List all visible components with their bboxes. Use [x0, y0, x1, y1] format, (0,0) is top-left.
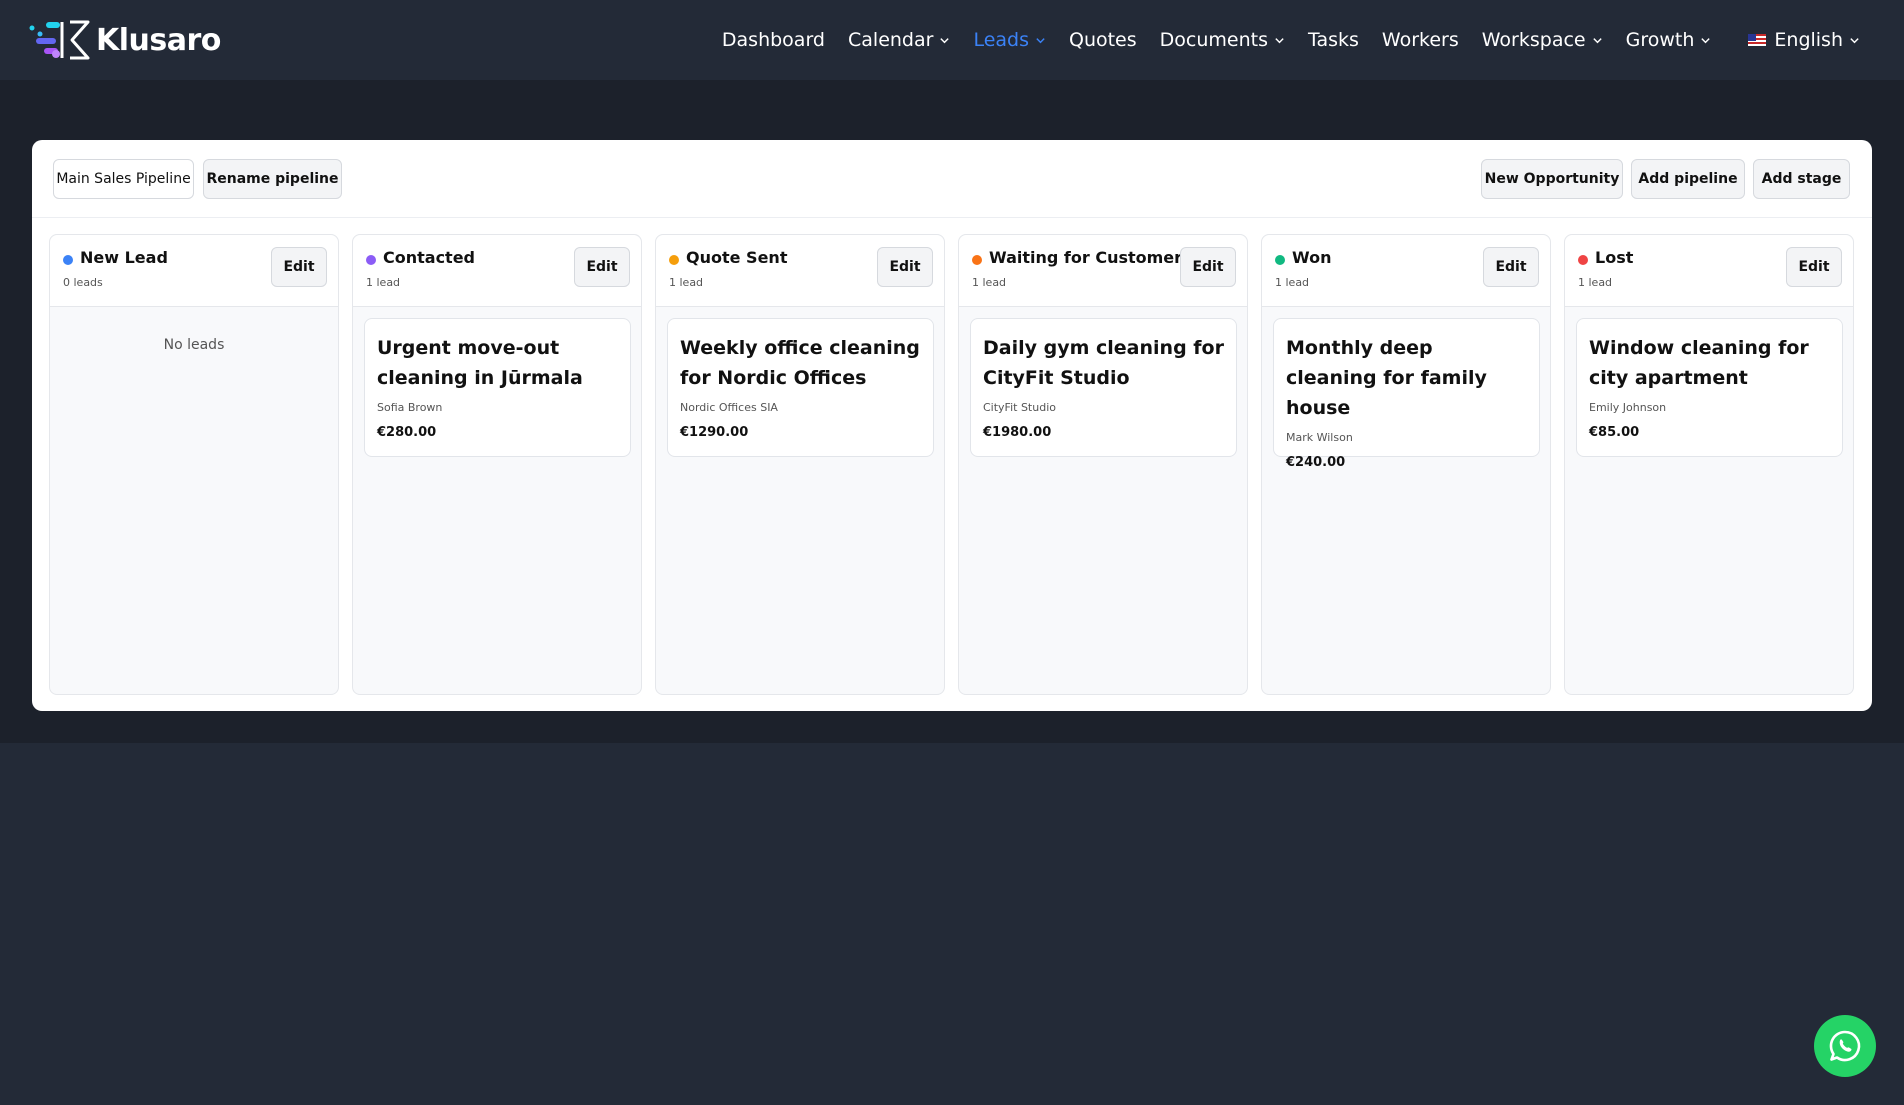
nav-workspace[interactable]: Workspace: [1482, 29, 1603, 51]
brand-logo[interactable]: Klusaro: [26, 18, 221, 62]
nav-growth-label: Growth: [1625, 29, 1695, 51]
stage-column-waiting-for-customer: Waiting for Customer 1 lead Edit Daily g…: [958, 234, 1248, 695]
pipeline-board: Main Sales Pipeline Rename pipeline New …: [32, 140, 1872, 711]
add-stage-button[interactable]: Add stage: [1753, 159, 1850, 199]
language-label: English: [1774, 29, 1843, 51]
edit-stage-button[interactable]: Edit: [1180, 247, 1236, 287]
stage-header: Won 1 lead Edit: [1262, 235, 1550, 307]
stage-lead-count: 0 leads: [63, 276, 103, 289]
chevron-down-icon: [1036, 37, 1045, 43]
chevron-down-icon: [1850, 37, 1859, 43]
chevron-down-icon: [1701, 37, 1711, 43]
language-selector[interactable]: English: [1748, 29, 1860, 51]
new-opportunity-button[interactable]: New Opportunity: [1481, 159, 1623, 199]
edit-stage-button[interactable]: Edit: [1786, 247, 1842, 287]
empty-state: No leads: [163, 337, 225, 353]
nav-documents[interactable]: Documents: [1160, 29, 1285, 51]
stage-color-dot: [1578, 255, 1588, 265]
nav-tasks-label: Tasks: [1308, 29, 1359, 51]
stage-title: Won: [1292, 248, 1332, 267]
lead-title: Weekly office cleaning for Nordic Office…: [680, 337, 920, 389]
nav-dashboard-label: Dashboard: [721, 29, 825, 51]
us-flag-icon: [1748, 34, 1767, 46]
stage-lead-count: 1 lead: [366, 276, 401, 289]
lead-card[interactable]: Monthly deep cleaning for family house M…: [1273, 318, 1540, 470]
stage-title: Waiting for Customer: [989, 248, 1183, 267]
edit-stage-button[interactable]: Edit: [877, 247, 933, 287]
nav-quotes-label: Quotes: [1068, 29, 1137, 51]
stage-title: Lost: [1595, 248, 1634, 267]
stage-lead-count: 1 lead: [972, 276, 1007, 289]
pipeline-toolbar: Main Sales Pipeline Rename pipeline New …: [32, 140, 1872, 218]
nav-leads-label: Leads: [973, 29, 1029, 51]
lead-amount: €1290.00: [680, 425, 749, 440]
stage-color-dot: [1275, 255, 1285, 265]
brand-name: Klusaro: [96, 22, 221, 58]
stage-title: Quote Sent: [686, 248, 788, 267]
main-nav: Dashboard Calendar Leads Quotes Document…: [722, 0, 1860, 80]
nav-leads[interactable]: Leads: [973, 29, 1046, 51]
stage-title: Contacted: [383, 248, 476, 267]
pipeline-select[interactable]: Main Sales Pipeline: [53, 159, 194, 199]
chevron-down-icon: [1275, 37, 1284, 43]
stage-column-contacted: Contacted 1 lead Edit Urgent move-out cl…: [352, 234, 642, 695]
stage-column-new-lead: New Lead 0 leads Edit No leads: [49, 234, 339, 695]
rename-pipeline-button[interactable]: Rename pipeline: [203, 159, 342, 199]
lead-amount: €240.00: [1286, 455, 1346, 470]
chevron-down-icon: [1592, 37, 1602, 43]
nav-workspace-label: Workspace: [1481, 29, 1586, 51]
whatsapp-chat-button[interactable]: [1814, 1015, 1876, 1077]
stage-title: New Lead: [80, 248, 168, 267]
nav-tasks[interactable]: Tasks: [1308, 29, 1359, 51]
stage-color-dot: [63, 255, 73, 265]
stage-header: Lost 1 lead Edit: [1565, 235, 1853, 307]
nav-dashboard[interactable]: Dashboard: [722, 29, 825, 51]
nav-workers[interactable]: Workers: [1382, 29, 1459, 51]
nav-quotes[interactable]: Quotes: [1069, 29, 1137, 51]
lead-card[interactable]: Window cleaning for city apartment Emily…: [1576, 318, 1843, 457]
top-navbar: Klusaro Dashboard Calendar Leads Quotes …: [0, 0, 1904, 80]
edit-stage-button[interactable]: Edit: [574, 247, 630, 287]
lead-client: Nordic Offices SIA: [680, 401, 778, 414]
lead-client: Mark Wilson: [1286, 431, 1353, 444]
stage-column-lost: Lost 1 lead Edit Window cleaning for cit…: [1564, 234, 1854, 695]
stage-column-won: Won 1 lead Edit Monthly deep cleaning fo…: [1261, 234, 1551, 695]
stage-lead-count: 1 lead: [669, 276, 704, 289]
nav-calendar[interactable]: Calendar: [848, 29, 950, 51]
stage-lead-count: 1 lead: [1578, 276, 1613, 289]
lead-amount: €85.00: [1589, 425, 1640, 440]
stage-color-dot: [972, 255, 982, 265]
nav-growth[interactable]: Growth: [1626, 29, 1712, 51]
lead-title: Urgent move-out cleaning in Jūrmala: [377, 337, 583, 389]
lead-card[interactable]: Urgent move-out cleaning in Jūrmala Sofi…: [364, 318, 631, 457]
lead-title: Daily gym cleaning for CityFit Studio: [983, 337, 1224, 389]
stage-color-dot: [366, 255, 376, 265]
stage-header: New Lead 0 leads Edit: [50, 235, 338, 307]
lead-client: CityFit Studio: [983, 401, 1056, 414]
stage-header: Waiting for Customer 1 lead Edit: [959, 235, 1247, 307]
lead-title: Window cleaning for city apartment: [1589, 337, 1809, 389]
add-pipeline-button[interactable]: Add pipeline: [1631, 159, 1745, 199]
whatsapp-icon: [1829, 1030, 1861, 1062]
stage-header: Contacted 1 lead Edit: [353, 235, 641, 307]
nav-workers-label: Workers: [1381, 29, 1459, 51]
edit-stage-button[interactable]: Edit: [271, 247, 327, 287]
stage-lead-count: 1 lead: [1275, 276, 1310, 289]
lead-client: Emily Johnson: [1589, 401, 1667, 414]
lead-amount: €280.00: [377, 425, 437, 440]
lead-amount: €1980.00: [983, 425, 1052, 440]
stage-header: Quote Sent 1 lead Edit: [656, 235, 944, 307]
stage-color-dot: [669, 255, 679, 265]
lead-title: Monthly deep cleaning for family house: [1286, 337, 1487, 419]
nav-documents-label: Documents: [1159, 29, 1268, 51]
lead-card[interactable]: Weekly office cleaning for Nordic Office…: [667, 318, 934, 457]
klusaro-logo-icon: [29, 20, 90, 60]
edit-stage-button[interactable]: Edit: [1483, 247, 1539, 287]
nav-calendar-label: Calendar: [848, 29, 934, 51]
stage-column-quote-sent: Quote Sent 1 lead Edit Weekly office cle…: [655, 234, 945, 695]
chevron-down-icon: [940, 37, 950, 43]
lead-card[interactable]: Daily gym cleaning for CityFit Studio Ci…: [970, 318, 1237, 457]
lead-client: Sofia Brown: [377, 401, 443, 414]
